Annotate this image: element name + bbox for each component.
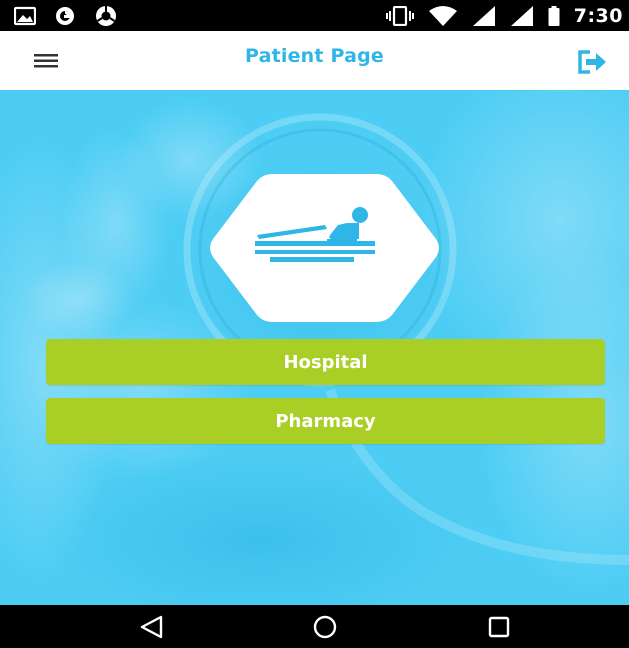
hospital-bed-badge	[207, 173, 442, 323]
back-button[interactable]	[137, 614, 167, 640]
hospital-button-label: Hospital	[283, 351, 368, 373]
chrome-icon	[94, 5, 118, 27]
patient-page-screen: 7:30 Patient Page Hospital Pharmacy	[0, 0, 629, 648]
sync-icon	[54, 5, 76, 27]
status-bar: 7:30	[0, 0, 629, 31]
status-time: 7:30	[573, 5, 623, 27]
status-left-icons	[14, 5, 118, 27]
hospital-button[interactable]: Hospital	[46, 339, 605, 385]
page-title: Patient Page	[244, 45, 385, 67]
vibrate-icon	[385, 6, 414, 26]
signal-icon	[510, 5, 534, 27]
home-button[interactable]	[310, 614, 340, 640]
logout-button[interactable]	[577, 49, 607, 75]
status-right-icons: 7:30	[385, 4, 623, 28]
battery-icon	[548, 5, 560, 27]
recents-button[interactable]	[484, 614, 514, 640]
logout-icon	[577, 50, 607, 79]
pharmacy-button-label: Pharmacy	[275, 410, 376, 432]
hero-area: Hospital Pharmacy	[0, 90, 629, 605]
image-icon	[14, 6, 36, 26]
app-bar: Patient Page	[0, 31, 629, 90]
home-icon	[310, 615, 340, 644]
back-icon	[137, 615, 167, 644]
wifi-icon	[428, 5, 458, 27]
signal-icon	[472, 5, 496, 27]
pharmacy-button[interactable]: Pharmacy	[46, 398, 605, 444]
recents-icon	[484, 616, 514, 644]
navigation-bar	[0, 605, 629, 648]
